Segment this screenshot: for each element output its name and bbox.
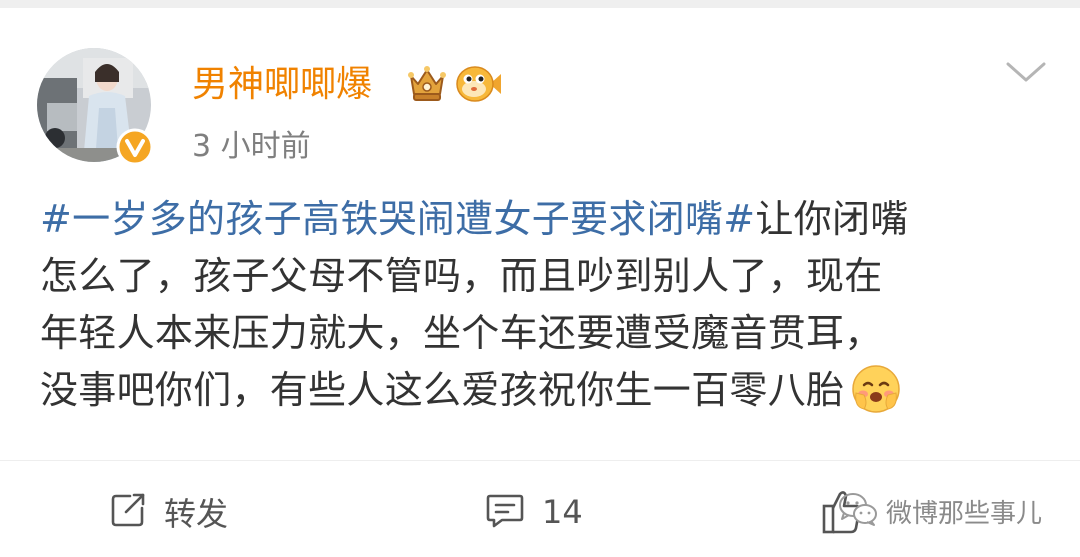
repost-button[interactable]: 转发 [108,488,228,536]
post-line-4: 没事吧你们，有些人这么爱孩祝你生一百零八胎 [40,362,1040,419]
wechat-icon [838,492,878,530]
action-bar-divider [0,460,1080,461]
post-text-segment: 让你闭嘴 [755,197,909,241]
blushing-face-emoji [850,363,902,415]
author-name[interactable]: 男神唧唧爆 [192,60,372,110]
chevron-down-icon[interactable] [1004,56,1048,88]
post-line-2: 怎么了，孩子父母不管吗，而且吵到别人了，现在 [40,254,883,298]
post-text-segment: 没事吧你们，有些人这么爱孩祝你生一百零八胎 [40,368,845,412]
comment-count: 14 [542,493,583,531]
post-line-3: 年轻人本来压力就大，坐个车还要遭受魔音贯耳， [40,311,883,355]
comment-button[interactable]: 14 [484,488,583,536]
comment-icon [484,490,526,534]
top-separator [0,0,1080,8]
verified-v-icon [116,128,154,166]
hashtag-link[interactable]: #一岁多的孩子高铁哭闹遭女子要求闭嘴# [40,197,755,241]
post-timestamp: 3 小时前 [192,129,311,164]
repost-icon [108,490,148,534]
watermark-text: 微博那些事儿 [886,498,1043,529]
repost-label: 转发 [164,495,229,533]
watermark: 微博那些事儿 [838,492,1042,530]
post-text: #一岁多的孩子高铁哭闹遭女子要求闭嘴#让你闭嘴 怎么了，孩子父母不管吗，而且吵到… [40,191,1040,419]
puffer-fish-icon[interactable] [454,62,502,106]
post-line-1: #一岁多的孩子高铁哭闹遭女子要求闭嘴#让你闭嘴 [40,191,1040,248]
crown-badge-icon[interactable] [405,62,449,106]
